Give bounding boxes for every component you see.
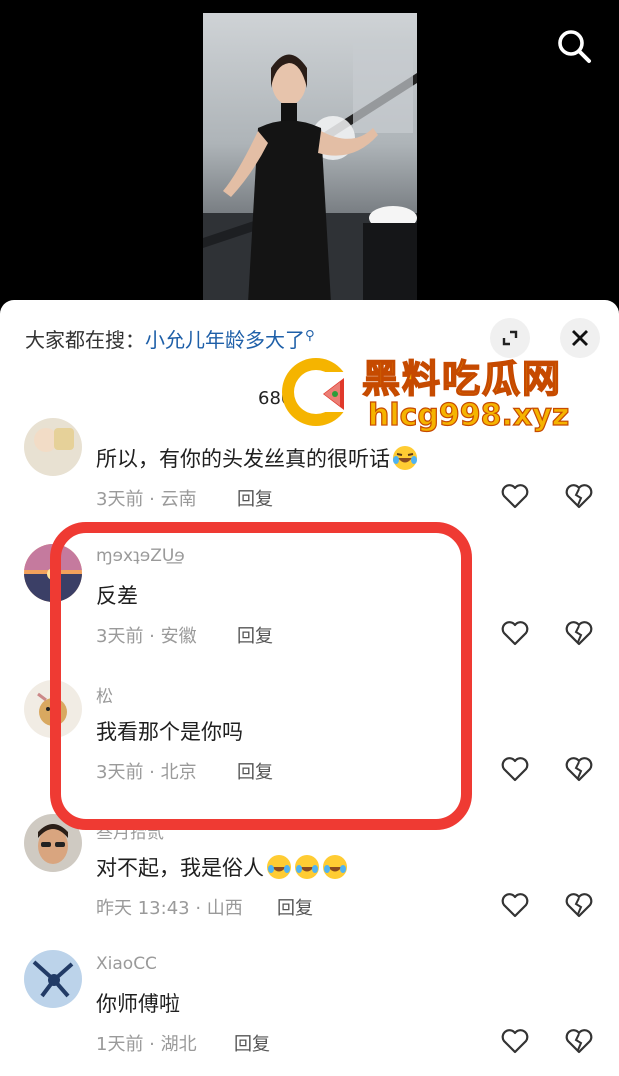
expand-icon bbox=[502, 330, 518, 346]
dislike-broken-heart-icon[interactable] bbox=[564, 890, 594, 920]
like-heart-icon[interactable] bbox=[500, 1026, 530, 1056]
like-heart-icon[interactable] bbox=[500, 481, 530, 511]
reply-button[interactable]: 回复 bbox=[277, 894, 313, 920]
like-heart-icon[interactable] bbox=[500, 890, 530, 920]
comment-sheet: 大家都在搜：小允儿年龄多大了⚲ 680 条评论 黑料吃瓜网 hlcg998.xy… bbox=[0, 300, 619, 1076]
reply-button[interactable]: 回复 bbox=[237, 758, 273, 784]
comment-meta: 1天前 · 湖北 bbox=[96, 1034, 197, 1055]
avatar[interactable] bbox=[24, 814, 82, 872]
hot-search-query[interactable]: 小允儿年龄多大了 bbox=[145, 328, 305, 352]
avatar[interactable] bbox=[24, 950, 82, 1008]
dislike-broken-heart-icon[interactable] bbox=[564, 481, 594, 511]
comment-meta: 昨天 13:43 · 山西 bbox=[96, 898, 243, 919]
crying-laughing-emoji-icon bbox=[295, 855, 319, 879]
watermark-url: hlcg998.xyz bbox=[367, 397, 570, 433]
avatar[interactable] bbox=[24, 544, 82, 602]
comment-meta: 3天前 · 云南 bbox=[96, 489, 197, 510]
comment-username[interactable]: 松 bbox=[96, 682, 113, 707]
comment-text: 我看那个是你吗 bbox=[96, 720, 243, 744]
search-icon bbox=[558, 30, 591, 63]
watermark-logo bbox=[282, 358, 358, 426]
close-icon bbox=[572, 330, 588, 346]
comment-text: 对不起，我是俗人 bbox=[96, 852, 348, 882]
comment-username[interactable]: ɱɘxʇɘZU͟ɘ bbox=[96, 546, 185, 566]
search-button[interactable] bbox=[552, 24, 596, 68]
reply-button[interactable]: 回复 bbox=[237, 622, 273, 648]
avatar[interactable] bbox=[24, 680, 82, 738]
reply-button[interactable]: 回复 bbox=[234, 1030, 270, 1056]
comment-username[interactable]: XiaoCC bbox=[96, 954, 157, 974]
comment-text: 反差 bbox=[96, 584, 138, 608]
like-heart-icon[interactable] bbox=[500, 754, 530, 784]
watermark-title: 黑料吃瓜网 bbox=[361, 356, 563, 402]
video-thumbnail[interactable] bbox=[203, 13, 417, 303]
hot-search-bar[interactable]: 大家都在搜：小允儿年龄多大了⚲ bbox=[25, 324, 315, 353]
search-small-icon: ⚲ bbox=[305, 328, 315, 344]
dislike-broken-heart-icon[interactable] bbox=[564, 754, 594, 784]
crying-laughing-emoji-icon bbox=[323, 855, 347, 879]
dislike-broken-heart-icon[interactable] bbox=[564, 618, 594, 648]
laughing-tears-emoji-icon bbox=[393, 446, 417, 470]
comment-text: 你师傅啦 bbox=[96, 992, 180, 1016]
crying-laughing-emoji-icon bbox=[267, 855, 291, 879]
hot-search-prefix: 大家都在搜： bbox=[25, 328, 145, 352]
comment-meta: 3天前 · 北京 bbox=[96, 762, 197, 783]
comment-username[interactable]: 叁月拾贰 bbox=[96, 818, 164, 843]
comment-text: 所以，有你的头发丝真的很听话 bbox=[96, 443, 418, 473]
video-player[interactable] bbox=[0, 0, 619, 310]
dislike-broken-heart-icon[interactable] bbox=[564, 1026, 594, 1056]
close-button[interactable] bbox=[560, 318, 600, 358]
avatar[interactable] bbox=[24, 418, 82, 476]
comment-meta: 3天前 · 安徽 bbox=[96, 626, 197, 647]
like-heart-icon[interactable] bbox=[500, 618, 530, 648]
reply-button[interactable]: 回复 bbox=[237, 485, 273, 511]
